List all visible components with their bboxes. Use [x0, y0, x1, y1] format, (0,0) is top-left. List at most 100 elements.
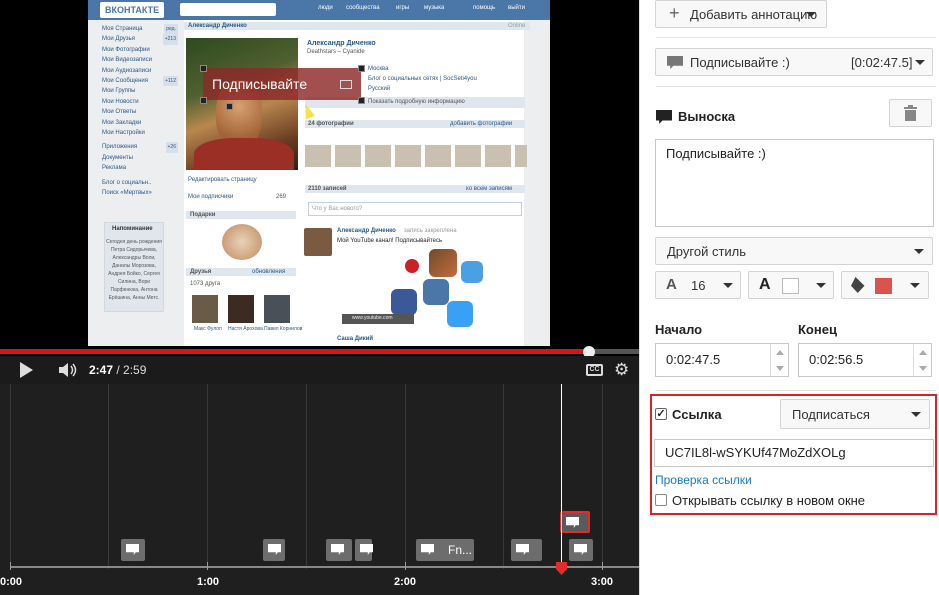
vk-side-menu-item: Мои Аудиозаписи — [102, 66, 178, 76]
timeline-playhead[interactable] — [561, 384, 562, 570]
annotation-type-label: Выноска — [678, 109, 736, 124]
annotation-marker[interactable] — [569, 539, 593, 561]
play-icon[interactable] — [20, 362, 33, 378]
vk-side-menu-item: Мои Ответы — [102, 107, 178, 117]
grid-line — [10, 384, 11, 569]
annotation-marker[interactable] — [121, 539, 145, 561]
vk-nav-item: люди — [318, 5, 333, 11]
stepper-down-icon[interactable] — [919, 366, 927, 371]
start-time-stepper[interactable] — [770, 344, 788, 376]
annotation-marker[interactable] — [326, 539, 352, 561]
end-time-input[interactable]: 0:02:56.5 — [798, 343, 932, 377]
time-label: 0:00 — [0, 576, 23, 588]
volume-icon[interactable] — [58, 362, 78, 378]
vk-whats-new: Что у Вас нового? — [312, 206, 363, 212]
instagram-icon — [429, 249, 457, 277]
link-url-input[interactable]: UC7IL8l-wSYKUf47MoZdXOLg — [654, 439, 934, 467]
vk-side-menu-label: Поиск «Мертвых» — [102, 190, 152, 197]
resize-handle[interactable] — [200, 65, 207, 72]
chevron-down-icon — [911, 412, 921, 417]
annotation-text-area[interactable]: Подписывайте :) — [655, 139, 934, 227]
text-color-swatch — [782, 278, 799, 294]
start-time-input[interactable]: 0:02:47.5 — [655, 343, 789, 377]
vk-side-menu-item: Приложения +26 — [102, 142, 178, 153]
resize-handle[interactable] — [200, 97, 207, 104]
vk-nav-item: сообщества — [346, 5, 380, 11]
vk-side-menu-item: Поиск «Мертвых» — [102, 188, 178, 198]
delete-button[interactable] — [889, 99, 932, 127]
vk-side-menu-label: Реклама — [102, 165, 127, 172]
chevron-down-icon — [816, 283, 826, 288]
vk-youtube-url: www.youtube.com — [352, 315, 393, 321]
video-player[interactable]: ВКОНТАКТЕ люди сообщества игры музыка по… — [0, 0, 639, 346]
vk-icon — [423, 279, 449, 305]
vk-friends: Друзья — [190, 269, 212, 275]
chevron-down-icon — [915, 60, 925, 65]
video-editor-area: ВКОНТАКТЕ люди сообщества игры музыка по… — [0, 0, 639, 595]
annotation-marker[interactable] — [355, 539, 373, 561]
link-type-select[interactable]: Подписаться — [780, 399, 930, 429]
playhead-marker[interactable] — [556, 562, 567, 575]
vk-photos-count: 24 фотографии — [308, 121, 354, 127]
annotation-text: Подписывайте — [212, 76, 308, 92]
speech-bubble-icon — [566, 517, 579, 528]
new-window-checkbox[interactable] — [655, 494, 667, 506]
background-color-select[interactable] — [841, 271, 929, 299]
add-annotation-button[interactable]: + Добавить аннотацию — [655, 0, 827, 28]
annotation-marker[interactable]: Fn... — [416, 539, 474, 561]
gear-icon[interactable]: ⚙ — [614, 360, 629, 380]
divider — [656, 37, 936, 38]
vk-profile-photo — [186, 38, 298, 170]
vk-page-header: Александр Диченко — [188, 23, 247, 29]
vk-subscribers: Мои подписчики — [188, 194, 234, 200]
resize-handle[interactable] — [358, 97, 365, 104]
annotation-marker[interactable] — [511, 539, 542, 561]
vk-side-menu-label: Мои Сообщения — [102, 78, 148, 85]
style-select-label: Другой стиль — [667, 244, 747, 259]
cc-icon[interactable]: CC — [586, 364, 603, 376]
vk-side-menu-label: Мои Фотографии — [102, 46, 150, 53]
vk-side-menu-label: Мои Закладки — [102, 119, 142, 126]
vk-status: Deathstars – Cyanide — [307, 49, 365, 55]
check-link[interactable]: Проверка ссылки — [655, 473, 752, 487]
text-color-select[interactable]: A — [748, 271, 834, 299]
note-icon — [331, 544, 344, 555]
grid-line — [207, 384, 208, 569]
grid-line — [602, 384, 603, 569]
resize-handle[interactable] — [358, 65, 365, 72]
vk-side-menu-item: Мои Друзья +213 — [102, 34, 178, 45]
time-display: 2:47 / 2:59 — [89, 363, 146, 377]
progress-bar[interactable] — [0, 346, 639, 358]
facebook-icon — [391, 289, 417, 315]
chevron-down-icon — [910, 283, 920, 288]
vk-sub-count: 269 — [276, 194, 287, 200]
stepper-up-icon[interactable] — [776, 350, 784, 355]
message-icon — [461, 261, 483, 283]
stepper-down-icon[interactable] — [776, 366, 784, 371]
annotation-select[interactable]: Подписывайте :) [0:02:47.5] — [655, 48, 933, 76]
vk-side-menu-count: +112 — [163, 76, 178, 87]
vk-side-menu-label: Мои Настройки — [102, 130, 145, 137]
font-size-select[interactable]: A 16 — [655, 271, 741, 299]
vk-lang: Русский — [368, 86, 391, 92]
shirt-shape — [194, 138, 294, 170]
end-time-stepper[interactable] — [913, 344, 931, 376]
chevron-down-icon — [914, 249, 924, 254]
vk-side-menu-item: Моя Страница ред. — [102, 24, 178, 35]
vk-side-menu-item: Мои Фотографии — [102, 45, 178, 55]
vk-friend-name: Макс Фулоп — [194, 326, 222, 332]
marker-text: Fn... — [448, 543, 473, 557]
annotation-select-time: [0:02:47.5] — [851, 55, 913, 70]
divider — [656, 86, 936, 87]
link-checkbox[interactable]: ✓ — [655, 408, 667, 420]
timeline-axis — [10, 566, 639, 568]
tail-handle[interactable] — [226, 103, 233, 110]
annotation-speech-bubble[interactable]: Подписывайте — [203, 68, 361, 100]
end-time-value: 0:02:56.5 — [809, 352, 864, 367]
style-select[interactable]: Другой стиль — [655, 237, 933, 265]
selected-annotation-marker[interactable] — [560, 511, 590, 533]
annotation-marker[interactable] — [263, 539, 285, 561]
grid-line — [108, 384, 109, 569]
annotation-timeline[interactable]: 0:00 1:00 2:00 3:00 Fn... — [0, 384, 639, 595]
stepper-up-icon[interactable] — [919, 350, 927, 355]
